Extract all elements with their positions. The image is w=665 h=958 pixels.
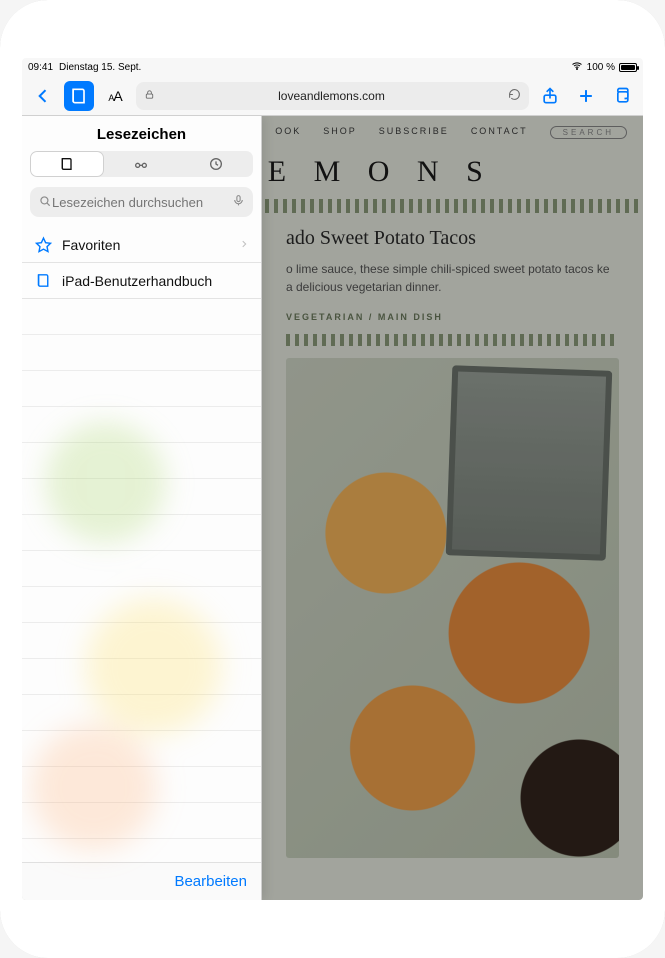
- seg-history[interactable]: [179, 151, 253, 177]
- bookmarks-row-label: Favoriten: [62, 237, 120, 253]
- book-icon: [59, 156, 75, 172]
- edit-button[interactable]: Bearbeiten: [174, 873, 247, 890]
- new-tab-button[interactable]: [571, 81, 601, 111]
- book-icon: [34, 272, 52, 289]
- back-button[interactable]: [28, 81, 58, 111]
- list-row-empty: [22, 587, 261, 623]
- bookmarks-row-ipad-guide[interactable]: iPad-Benutzerhandbuch: [22, 263, 261, 299]
- lock-icon: [144, 89, 155, 103]
- list-row-empty: [22, 803, 261, 839]
- bookmarks-button[interactable]: [64, 81, 94, 111]
- sidebar-title: Lesezeichen: [22, 126, 261, 143]
- address-url: loveandlemons.com: [161, 89, 502, 103]
- list-row-empty: [22, 479, 261, 515]
- list-row-empty: [22, 407, 261, 443]
- status-bar: 09:41 Dienstag 15. Sept. 100 %: [22, 58, 643, 76]
- reload-icon[interactable]: [508, 88, 521, 104]
- list-row-empty: [22, 371, 261, 407]
- list-row-empty: [22, 443, 261, 479]
- sidebar-search-input[interactable]: [52, 195, 232, 210]
- list-row-empty: [22, 335, 261, 371]
- list-row-empty: [22, 695, 261, 731]
- address-bar[interactable]: loveandlemons.com: [136, 82, 529, 110]
- dictation-icon[interactable]: [232, 194, 245, 210]
- list-row-empty: [22, 299, 261, 335]
- wifi-icon: [571, 60, 583, 75]
- bookmarks-row-favorites[interactable]: Favoriten: [22, 227, 261, 263]
- aa-icon: AA: [108, 88, 121, 104]
- list-row-empty: [22, 659, 261, 695]
- battery-pct: 100 %: [587, 62, 615, 73]
- battery-icon: [619, 63, 637, 72]
- status-date: Dienstag 15. Sept.: [59, 62, 141, 73]
- seg-bookmarks[interactable]: [30, 151, 104, 177]
- sidebar-segmented-control[interactable]: [30, 151, 253, 177]
- bookmarks-sidebar: Lesezeichen: [22, 116, 262, 900]
- sidebar-footer: Bearbeiten: [22, 862, 261, 900]
- chevron-right-icon: [239, 238, 249, 252]
- tabs-button[interactable]: [607, 81, 637, 111]
- list-row-empty: [22, 623, 261, 659]
- seg-reading-list[interactable]: [104, 151, 178, 177]
- search-icon: [38, 194, 52, 211]
- star-outline-icon: [34, 236, 52, 253]
- list-row-empty: [22, 551, 261, 587]
- glasses-icon: [133, 156, 149, 172]
- list-row-empty: [22, 731, 261, 767]
- bookmarks-list: Favoriten iPad-Benutzerhandbuch: [22, 227, 261, 862]
- status-time: 09:41: [28, 62, 53, 73]
- home-button[interactable]: [316, 910, 350, 944]
- list-row-empty: [22, 515, 261, 551]
- bookmarks-row-label: iPad-Benutzerhandbuch: [62, 273, 212, 289]
- safari-toolbar: AA loveandlemons.com: [22, 76, 643, 116]
- share-button[interactable]: [535, 81, 565, 111]
- list-row-empty: [22, 767, 261, 803]
- text-size-button[interactable]: AA: [100, 81, 130, 111]
- sidebar-search[interactable]: [30, 187, 253, 217]
- clock-icon: [208, 156, 224, 172]
